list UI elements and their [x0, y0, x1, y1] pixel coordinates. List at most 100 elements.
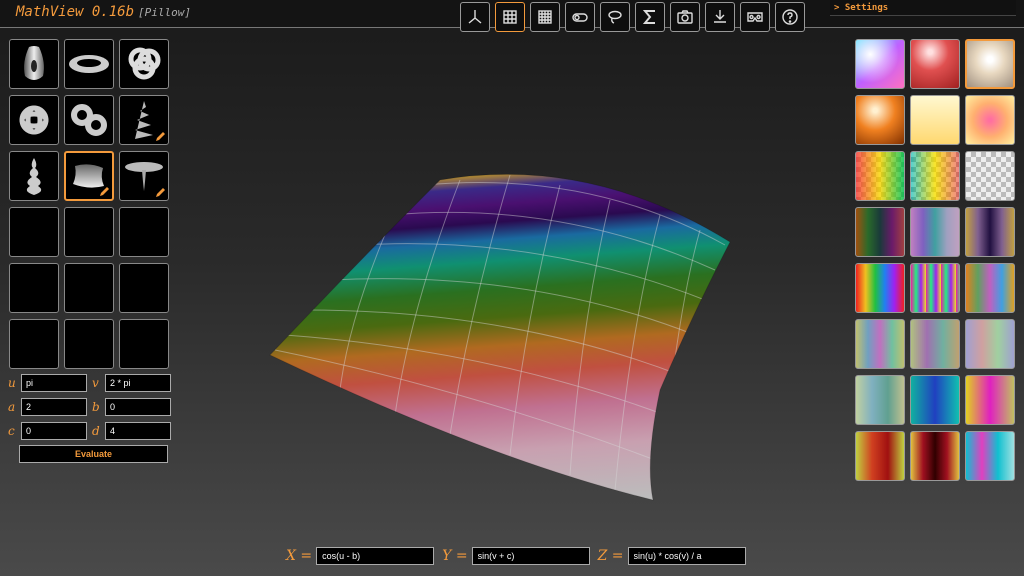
param-v-label: v [92, 376, 99, 390]
material-swatch[interactable] [855, 207, 905, 257]
formula-bar: X = Y = Z = [286, 547, 754, 565]
material-swatch-selected[interactable] [965, 39, 1015, 89]
camera-icon [677, 10, 693, 24]
toggle-icon [572, 13, 588, 22]
material-swatch[interactable] [910, 95, 960, 145]
shape-slot-double-torus[interactable] [64, 95, 114, 145]
sigma-button[interactable] [635, 2, 665, 32]
shape-slot-vase[interactable] [9, 39, 59, 89]
param-d-label: d [92, 424, 100, 438]
app-title: MathView 0.16b [Pillow] [16, 4, 191, 20]
download-icon [714, 10, 726, 23]
formula-x-label: X = [286, 548, 313, 564]
knot-shape-icon [128, 47, 161, 80]
formula-x-input[interactable] [316, 547, 435, 565]
param-u-label: u [8, 376, 16, 390]
screenshot-button[interactable] [670, 2, 700, 32]
edit-icon[interactable] [155, 131, 166, 142]
material-swatch[interactable] [855, 95, 905, 145]
material-swatch[interactable] [855, 319, 905, 369]
shape-slot-shell[interactable] [9, 151, 59, 201]
shape-slot-mobius[interactable] [64, 39, 114, 89]
material-swatch[interactable] [855, 431, 905, 481]
model-name: [Pillow] [138, 6, 191, 19]
material-swatch[interactable] [855, 263, 905, 313]
param-v-input[interactable] [105, 374, 171, 392]
shape-slot-pillow[interactable] [64, 151, 114, 201]
shell-shape-icon [26, 158, 42, 195]
formula-z-label: Z = [597, 548, 624, 564]
material-swatch[interactable] [965, 431, 1015, 481]
material-palette [855, 39, 1015, 481]
app-name: MathView 0.16b [16, 4, 135, 20]
formula-y-input[interactable] [471, 547, 590, 565]
mobius-shape-icon [69, 55, 109, 73]
param-d-input[interactable] [105, 422, 171, 440]
shape-library [9, 39, 169, 369]
material-swatch[interactable] [965, 207, 1015, 257]
lasso-icon [608, 10, 622, 24]
material-swatch[interactable] [910, 207, 960, 257]
material-swatch[interactable] [965, 263, 1015, 313]
shape-slot-empty[interactable] [9, 263, 59, 313]
material-swatch[interactable] [910, 263, 960, 313]
help-icon [782, 9, 798, 25]
material-swatch[interactable] [910, 151, 960, 201]
shape-slot-empty[interactable] [119, 263, 169, 313]
evaluate-button[interactable]: Evaluate [19, 445, 168, 463]
download-button[interactable] [705, 2, 735, 32]
grid-icon [503, 10, 517, 24]
shape-slot-torus-knot[interactable] [9, 95, 59, 145]
axes-icon [468, 10, 482, 24]
material-swatch[interactable] [965, 319, 1015, 369]
shape-slot-empty[interactable] [64, 319, 114, 369]
edit-icon[interactable] [155, 187, 166, 198]
shape-slot-knot[interactable] [119, 39, 169, 89]
material-swatch[interactable] [910, 39, 960, 89]
material-swatch[interactable] [965, 95, 1015, 145]
double-torus-shape-icon [71, 104, 107, 136]
torus-knot-shape-icon [19, 105, 49, 135]
shape-slot-spiral[interactable] [119, 95, 169, 145]
sigma-icon [642, 10, 655, 24]
material-swatch[interactable] [910, 431, 960, 481]
param-b-label: b [92, 400, 100, 414]
shape-slot-mushroom[interactable] [119, 151, 169, 201]
param-c-label: c [8, 424, 15, 438]
lasso-button[interactable] [600, 2, 630, 32]
param-u-input[interactable] [21, 374, 87, 392]
grid-dense-button[interactable] [530, 2, 560, 32]
material-swatch[interactable] [855, 151, 905, 201]
shape-slot-empty[interactable] [9, 319, 59, 369]
param-a-input[interactable] [21, 398, 87, 416]
material-swatch[interactable] [910, 375, 960, 425]
material-swatch[interactable] [910, 319, 960, 369]
vr-headset-icon [747, 12, 763, 22]
axes-button[interactable] [460, 2, 490, 32]
settings-toggle[interactable]: > Settings [830, 0, 1016, 16]
material-swatch[interactable] [855, 375, 905, 425]
toolbar [460, 2, 805, 32]
shape-slot-empty[interactable] [64, 263, 114, 313]
help-button[interactable] [775, 2, 805, 32]
param-b-input[interactable] [105, 398, 171, 416]
shape-slot-empty[interactable] [9, 207, 59, 257]
parameter-panel: u v a b c d [8, 374, 176, 446]
material-swatch[interactable] [855, 39, 905, 89]
grid-button[interactable] [495, 2, 525, 32]
shape-slot-empty[interactable] [119, 319, 169, 369]
param-c-input[interactable] [21, 422, 87, 440]
param-a-label: a [8, 400, 16, 414]
surface-viewport[interactable] [260, 160, 740, 510]
grid-dense-icon [538, 10, 552, 24]
formula-z-input[interactable] [627, 547, 746, 565]
edit-icon[interactable] [99, 186, 110, 197]
shape-slot-empty[interactable] [119, 207, 169, 257]
vase-shape-icon [24, 46, 44, 80]
formula-y-label: Y = [442, 548, 468, 564]
vr-button[interactable] [740, 2, 770, 32]
material-swatch[interactable] [965, 375, 1015, 425]
toggle-button[interactable] [565, 2, 595, 32]
shape-slot-empty[interactable] [64, 207, 114, 257]
material-swatch[interactable] [965, 151, 1015, 201]
